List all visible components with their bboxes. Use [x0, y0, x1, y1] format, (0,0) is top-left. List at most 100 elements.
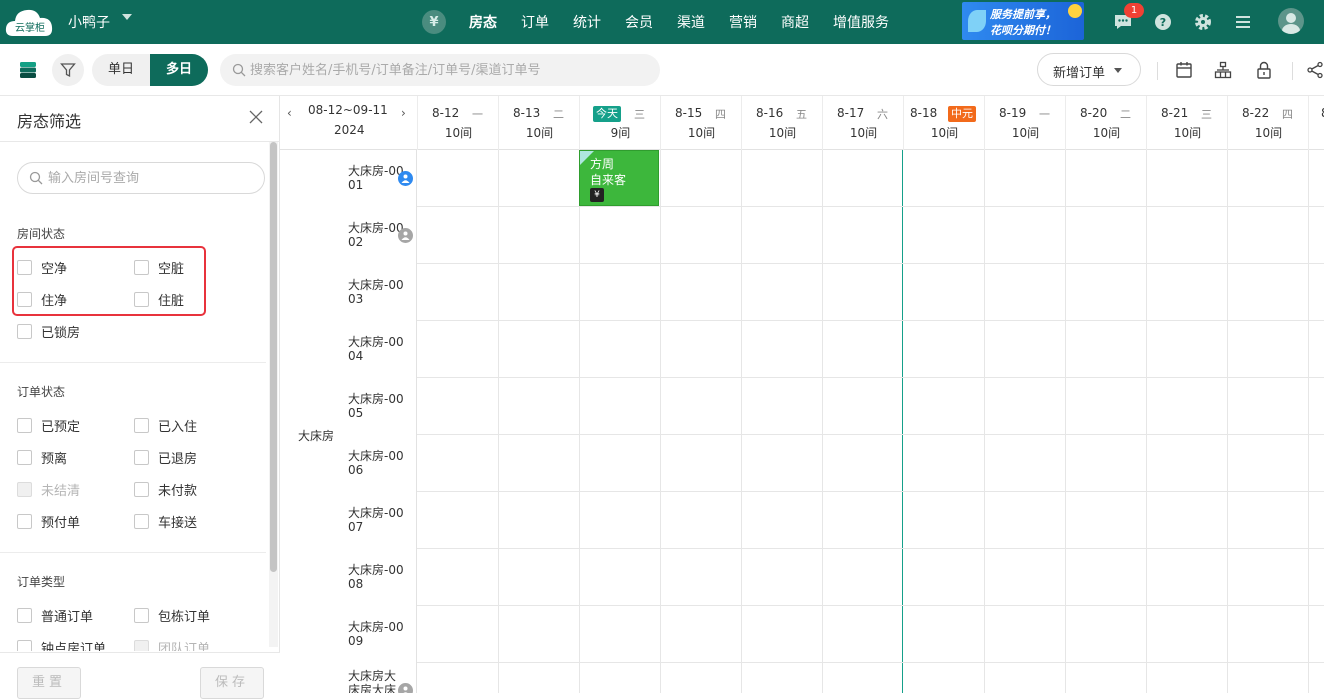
- room-name[interactable]: 大床房-0007: [348, 506, 410, 534]
- reset-button[interactable]: 重置: [17, 667, 81, 699]
- room-name[interactable]: 大床房大床房大床: [348, 669, 398, 693]
- divider: [0, 141, 280, 142]
- multi-day-tab[interactable]: 多日: [150, 54, 208, 86]
- section-title-order-type: 订单类型: [17, 575, 66, 589]
- room-number-search: [17, 162, 265, 194]
- search-icon: [29, 171, 43, 185]
- room-name[interactable]: 大床房-0005: [348, 392, 410, 420]
- top-navigation-bar: 云掌柜 小鸭子 ¥ 房态 订单 统计 会员 渠道 营销 商超 增值服务 服务提前…: [0, 0, 1324, 44]
- chevron-down-icon[interactable]: [122, 14, 132, 20]
- nav-room-status[interactable]: 房态: [469, 12, 497, 32]
- guest-icon[interactable]: [398, 171, 413, 186]
- divider: [1157, 62, 1158, 80]
- calendar-icon[interactable]: [1175, 61, 1193, 79]
- layers-icon[interactable]: [20, 62, 36, 78]
- moon-icon: [1068, 4, 1082, 18]
- day-column-header[interactable]: 8-22 四 10间: [1227, 96, 1308, 150]
- filter-button[interactable]: [52, 54, 84, 86]
- menu-icon[interactable]: [1233, 12, 1253, 32]
- day-column-header[interactable]: 8-17 六 10间: [822, 96, 903, 150]
- grid-line: [498, 150, 499, 693]
- day-column-header[interactable]: 8-12 一 10间: [417, 96, 498, 150]
- checkbox-prepaid[interactable]: 预付单: [17, 512, 80, 531]
- filter-panel-title: 房态筛选: [17, 112, 82, 131]
- logo-text: 云掌柜: [15, 21, 45, 34]
- lock-icon[interactable]: [1255, 61, 1273, 79]
- chevron-left-icon[interactable]: ‹: [287, 106, 292, 120]
- booking-block[interactable]: 方周 自来客 ¥: [579, 150, 659, 206]
- save-button[interactable]: 保存: [200, 667, 264, 699]
- scrollbar-thumb[interactable]: [270, 142, 277, 572]
- room-name[interactable]: 大床房-0008: [348, 563, 410, 591]
- nav-value-added[interactable]: 增值服务: [833, 12, 889, 32]
- chevron-right-icon[interactable]: ›: [401, 106, 406, 120]
- single-day-tab[interactable]: 单日: [92, 54, 150, 86]
- guest-icon[interactable]: [398, 683, 413, 693]
- guest-icon[interactable]: [398, 228, 413, 243]
- highlight-box: [12, 246, 206, 316]
- nav-marketing[interactable]: 营销: [729, 12, 757, 32]
- room-number-input[interactable]: [48, 163, 258, 193]
- close-icon[interactable]: [248, 109, 264, 125]
- room-status-filter-panel: 房态筛选 房间状态 空净 空脏 住净 住脏 已锁房 订单状态 已预定 已入住 预…: [0, 96, 280, 699]
- nav-channels[interactable]: 渠道: [677, 12, 705, 32]
- grid-line: [822, 150, 823, 693]
- cloud-logo-icon[interactable]: 云掌柜: [5, 6, 55, 38]
- nav-supermarket[interactable]: 商超: [781, 12, 809, 32]
- promo-banner[interactable]: 服务提前享， 花呗分期付！: [962, 2, 1084, 40]
- order-search-input[interactable]: [250, 54, 650, 86]
- gear-icon[interactable]: [1193, 12, 1213, 32]
- section-title-room-status: 房间状态: [17, 227, 66, 241]
- day-column-header[interactable]: 8-18 中元 10间: [903, 96, 984, 150]
- grid-line: [1227, 150, 1228, 693]
- day-column-header-partial[interactable]: 8: [1308, 96, 1324, 150]
- day-column-header[interactable]: 8-16 五 10间: [741, 96, 822, 150]
- new-order-button[interactable]: 新增订单: [1037, 53, 1141, 86]
- checkbox-whole-building-order[interactable]: 包栋订单: [134, 606, 210, 625]
- grid-line: [417, 320, 1324, 321]
- nav-members[interactable]: 会员: [625, 12, 653, 32]
- room-name[interactable]: 大床房-0003: [348, 278, 410, 306]
- checkbox-reserved[interactable]: 已预定: [17, 416, 80, 435]
- help-icon[interactable]: ?: [1153, 12, 1173, 32]
- search-icon: [232, 63, 246, 77]
- avatar-icon[interactable]: [1278, 8, 1304, 34]
- grid-line: [417, 548, 1324, 549]
- banner-line2: 花呗分期付！: [990, 24, 1056, 37]
- day-column-header[interactable]: 8-21 三 10间: [1146, 96, 1227, 150]
- checkbox-checked-out[interactable]: 已退房: [134, 448, 197, 467]
- section-title-order-status: 订单状态: [17, 385, 66, 399]
- grid-line: [741, 150, 742, 693]
- grid-line: [417, 263, 1324, 264]
- room-name[interactable]: 大床房-0004: [348, 335, 410, 363]
- room-name[interactable]: 大床房-0006: [348, 449, 410, 477]
- grid-line: [417, 434, 1324, 435]
- day-column-header[interactable]: 8-13 二 10间: [498, 96, 579, 150]
- date-range[interactable]: 08-12~09-11: [308, 103, 388, 117]
- nav-orders[interactable]: 订单: [521, 12, 549, 32]
- grid-line: [417, 605, 1324, 606]
- day-column-header-today[interactable]: 今天三 9间: [579, 96, 660, 150]
- new-order-label: 新增订单: [1053, 66, 1106, 81]
- leaf-icon: [968, 10, 986, 32]
- nav-statistics[interactable]: 统计: [573, 12, 601, 32]
- room-name[interactable]: 大床房-0009: [348, 620, 410, 648]
- day-column-header[interactable]: 8-19 一 10间: [984, 96, 1065, 150]
- checkbox-due-out[interactable]: 预离: [17, 448, 67, 467]
- checkbox-locked[interactable]: 已锁房: [17, 322, 80, 341]
- share-icon[interactable]: [1306, 61, 1324, 79]
- grid-line: [1146, 150, 1147, 693]
- yen-icon[interactable]: ¥: [422, 10, 446, 34]
- hierarchy-icon[interactable]: [1214, 61, 1232, 79]
- checkbox-normal-order[interactable]: 普通订单: [17, 606, 93, 625]
- checkbox-checked-in[interactable]: 已入住: [134, 416, 197, 435]
- booking-source: 自来客: [590, 173, 627, 187]
- scrollbar[interactable]: [269, 142, 278, 647]
- hotel-name[interactable]: 小鸭子: [68, 12, 110, 32]
- day-column-header[interactable]: 8-15 四 10间: [660, 96, 741, 150]
- grid-line: [1308, 150, 1309, 693]
- checkbox-unpaid[interactable]: 未付款: [134, 480, 197, 499]
- day-column-header[interactable]: 8-20 二 10间: [1065, 96, 1146, 150]
- checkbox-shuttle[interactable]: 车接送: [134, 512, 197, 531]
- grid-line: [984, 150, 985, 693]
